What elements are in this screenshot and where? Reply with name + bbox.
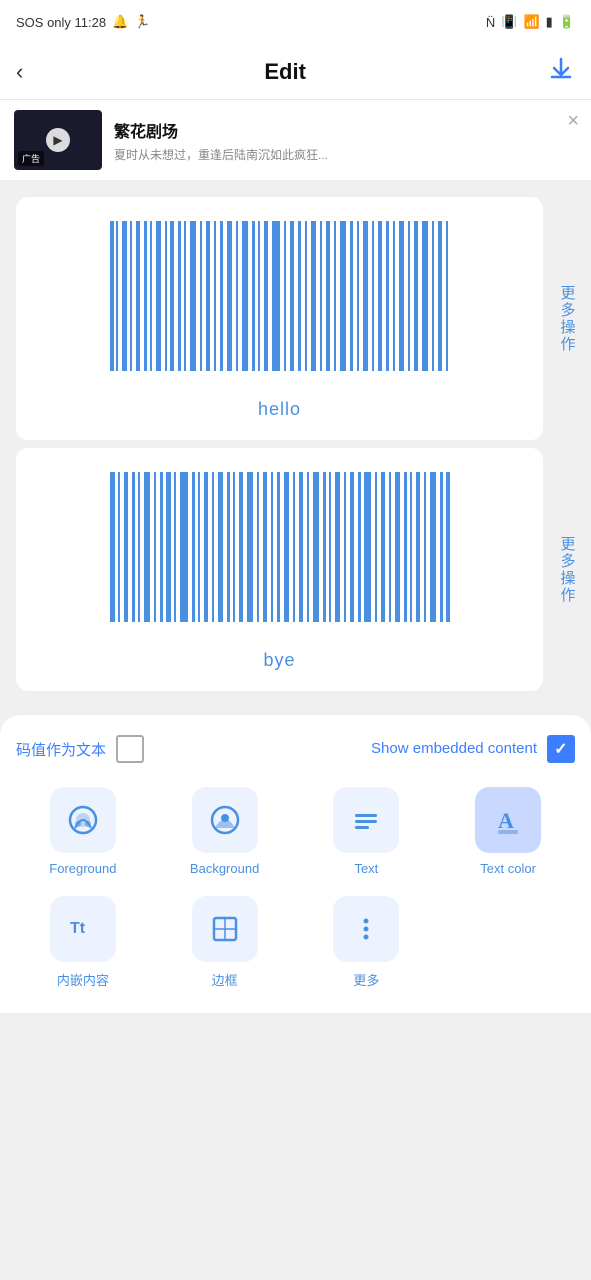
status-bar: SOS only 11:28 🔔 🏃 N̈ 📳 📶 ▮ 🔋 — [0, 0, 591, 44]
textcolor-label: Text color — [480, 861, 536, 876]
tool-more[interactable]: 更多 — [300, 896, 434, 989]
barcode-card-1: hello — [16, 197, 543, 440]
run-icon: 🏃 — [134, 14, 150, 30]
foreground-icon-box — [50, 787, 116, 853]
toggle-row: 码值作为文本 Show embedded content — [16, 735, 575, 763]
toggle-right: Show embedded content — [371, 735, 575, 763]
ad-thumbnail: ▶ 广告 — [14, 110, 102, 170]
page-title: Edit — [264, 59, 306, 85]
barcode-label-2: bye — [263, 650, 295, 671]
ad-info: 繁花剧场 夏时从未想过，重逢后陆南沉如此疯狂... — [114, 118, 577, 163]
barcode-wrapper-1: hello 更多操作 — [0, 197, 591, 440]
play-button[interactable]: ▶ — [46, 128, 70, 152]
more-label: 更多 — [353, 970, 379, 989]
text-icon — [348, 802, 384, 838]
embedded-icon-box: Tt — [50, 896, 116, 962]
code-as-text-label: 码值作为文本 — [16, 739, 106, 760]
vibrate-icon: 📳 — [501, 14, 517, 30]
tool-textcolor[interactable]: A Text color — [441, 787, 575, 876]
tool-border[interactable]: 边框 — [158, 896, 292, 989]
ad-title: 繁花剧场 — [114, 118, 577, 142]
battery-full: 🔋 — [559, 14, 575, 30]
content-area: hello 更多操作 — [0, 181, 591, 707]
download-button[interactable] — [547, 55, 575, 89]
tool-grid-row2: Tt 内嵌内容 边框 — [16, 896, 575, 989]
embedded-label: 内嵌内容 — [57, 970, 109, 989]
bell-icon: 🔔 — [112, 14, 128, 30]
ad-subtitle: 夏时从未想过，重逢后陆南沉如此疯狂... — [114, 146, 577, 163]
background-icon — [207, 802, 243, 838]
tool-background[interactable]: Background — [158, 787, 292, 876]
svg-text:Tt: Tt — [70, 920, 86, 937]
header: ‹ Edit — [0, 44, 591, 100]
more-icon-box — [333, 896, 399, 962]
textcolor-icon: A — [490, 802, 526, 838]
status-left: SOS only 11:28 🔔 🏃 — [16, 14, 150, 30]
barcode-image-2 — [36, 472, 523, 642]
ad-banner[interactable]: ▶ 广告 繁花剧场 夏时从未想过，重逢后陆南沉如此疯狂... × — [0, 100, 591, 181]
more-actions-2[interactable]: 更多操作 — [543, 536, 591, 604]
barcode-card-2: bye — [16, 448, 543, 691]
background-icon-box — [192, 787, 258, 853]
ad-label: 广告 — [18, 151, 44, 166]
ad-close-button[interactable]: × — [567, 110, 579, 133]
svg-text:A: A — [498, 808, 514, 833]
text-icon-box — [333, 787, 399, 853]
tool-foreground[interactable]: Foreground — [16, 787, 150, 876]
more-actions-1[interactable]: 更多操作 — [543, 285, 591, 353]
more-icon — [348, 911, 384, 947]
foreground-icon — [65, 802, 101, 838]
embedded-icon: Tt — [65, 911, 101, 947]
textcolor-icon-box: A — [475, 787, 541, 853]
text-label: Text — [354, 861, 378, 876]
tool-empty — [441, 896, 575, 989]
barcode-label-1: hello — [258, 399, 301, 420]
back-button[interactable]: ‹ — [16, 59, 23, 85]
toggle-left: 码值作为文本 — [16, 735, 144, 763]
barcode-image-1 — [36, 221, 523, 391]
nfc-icon: N̈ — [486, 15, 495, 30]
show-embedded-label: Show embedded content — [371, 739, 537, 759]
status-right: N̈ 📳 📶 ▮ 🔋 — [486, 14, 575, 30]
status-sos: SOS only 11:28 — [16, 15, 106, 30]
tool-text[interactable]: Text — [300, 787, 434, 876]
border-label: 边框 — [212, 970, 238, 989]
show-embedded-checkbox[interactable] — [547, 735, 575, 763]
foreground-label: Foreground — [49, 861, 116, 876]
background-label: Background — [190, 861, 259, 876]
bottom-panel: 码值作为文本 Show embedded content Foreground — [0, 715, 591, 1013]
battery-icon: ▮ — [546, 14, 553, 30]
border-icon-box — [192, 896, 258, 962]
wifi-icon: 📶 — [523, 14, 539, 30]
tool-grid-row1: Foreground Background Text — [16, 787, 575, 876]
barcode-wrapper-2: bye 更多操作 — [0, 448, 591, 691]
tool-embedded[interactable]: Tt 内嵌内容 — [16, 896, 150, 989]
code-as-text-checkbox[interactable] — [116, 735, 144, 763]
border-icon — [207, 911, 243, 947]
